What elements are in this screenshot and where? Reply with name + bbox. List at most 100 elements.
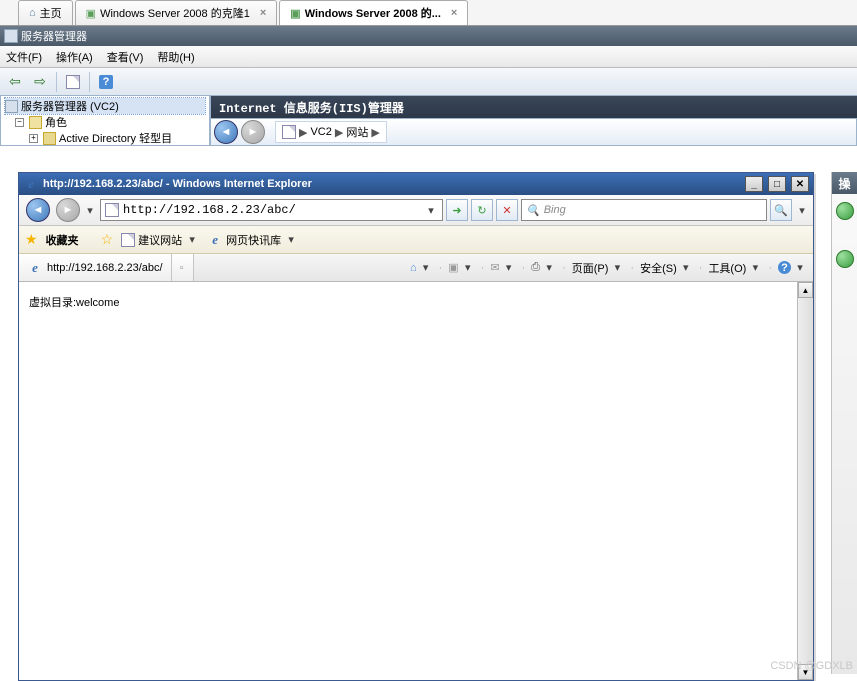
close-button[interactable]: ✕: [791, 176, 809, 192]
mail-button[interactable]: ✉▾: [490, 261, 515, 274]
tab-title: http://192.168.2.23/abc/: [47, 262, 163, 274]
server-icon: ▣: [86, 7, 96, 20]
forward-button[interactable]: ⇨: [29, 71, 51, 93]
tree-root[interactable]: 服务器管理器 (VC2): [5, 98, 205, 114]
breadcrumb-item[interactable]: VC2: [310, 126, 331, 138]
breadcrumb-item[interactable]: 网站: [346, 124, 368, 140]
collapse-icon[interactable]: −: [15, 118, 24, 127]
close-icon: ✕: [502, 204, 511, 217]
page-icon: [105, 203, 119, 217]
feeds-button[interactable]: ▣▾: [448, 261, 474, 274]
tree-roles[interactable]: − 角色: [5, 114, 205, 130]
stop-button[interactable]: ✕: [496, 199, 518, 221]
vertical-scrollbar[interactable]: ▲ ▼: [797, 282, 813, 680]
vm-tab-home[interactable]: ⌂ 主页: [18, 0, 73, 25]
ie-icon: [207, 232, 223, 248]
vm-tab-bar: ⌂ 主页 ▣ Windows Server 2008 的克隆1 × ▣ Wind…: [0, 0, 857, 26]
close-icon[interactable]: ×: [451, 7, 457, 19]
vm-tab-label: Windows Server 2008 的克隆1: [100, 5, 250, 21]
arrow-left-icon: ⇦: [9, 73, 21, 90]
home-button[interactable]: ⌂▾: [410, 261, 433, 274]
chevron-right-icon: ▶: [299, 126, 307, 139]
maximize-button[interactable]: □: [768, 176, 786, 192]
tree-label: 角色: [45, 114, 67, 130]
fav-web-slice[interactable]: 网页快讯库 ▾: [207, 232, 298, 248]
address-bar[interactable]: ▾: [100, 199, 443, 221]
vm-tab-active[interactable]: ▣ Windows Server 2008 的... ×: [279, 0, 468, 25]
properties-button[interactable]: [62, 71, 84, 93]
iis-title: Internet 信息服务(IIS)管理器: [211, 96, 857, 118]
arrow-left-icon: ◄: [221, 126, 232, 138]
chevron-right-icon: ▶: [371, 126, 379, 139]
menu-file[interactable]: 文件(F): [6, 49, 42, 65]
globe-icon[interactable]: [836, 250, 854, 268]
help-icon: ?: [778, 261, 791, 274]
forward-button[interactable]: ►: [241, 120, 265, 144]
expand-icon[interactable]: +: [29, 134, 38, 143]
breadcrumb[interactable]: ▶ VC2 ▶ 网站 ▶: [275, 121, 387, 143]
chevron-down-icon[interactable]: ▾: [419, 261, 433, 274]
star-outline-icon: ☆: [101, 231, 114, 248]
fav-label: 建议网站: [138, 232, 182, 248]
vm-tab-label: 主页: [40, 5, 62, 21]
star-icon[interactable]: ★: [25, 231, 38, 248]
vm-tab-clone1[interactable]: ▣ Windows Server 2008 的克隆1 ×: [75, 0, 278, 25]
ie-titlebar[interactable]: http://192.168.2.23/abc/ - Windows Inter…: [19, 173, 813, 195]
home-icon: ⌂: [410, 262, 417, 274]
server-icon: ▣: [290, 7, 300, 20]
search-button[interactable]: 🔍: [770, 199, 792, 221]
tools-menu[interactable]: 工具(O)▾: [708, 260, 762, 276]
actions-pane: 操: [831, 172, 857, 674]
back-button[interactable]: ◄: [26, 198, 50, 222]
search-dropdown[interactable]: ▾: [795, 204, 809, 217]
refresh-button[interactable]: ↻: [471, 199, 493, 221]
minimize-button[interactable]: _: [745, 176, 763, 192]
globe-icon[interactable]: [836, 202, 854, 220]
url-input[interactable]: [123, 203, 420, 217]
arrow-right-icon: ►: [248, 126, 259, 138]
go-button[interactable]: ➜: [446, 199, 468, 221]
refresh-icon: ↻: [477, 204, 486, 217]
arrow-left-icon: ◄: [33, 204, 44, 216]
arrow-right-icon: ⇨: [34, 73, 46, 90]
tree-label: 服务器管理器 (VC2): [21, 98, 119, 114]
server-manager-titlebar: 服务器管理器: [0, 26, 857, 46]
help-menu[interactable]: ?▾: [778, 261, 807, 274]
tree-label: Active Directory 轻型目: [59, 130, 172, 146]
ie-icon: [23, 176, 39, 192]
fav-suggest-sites[interactable]: 建议网站 ▾: [121, 232, 199, 248]
close-icon[interactable]: ×: [260, 7, 266, 19]
ie-window: http://192.168.2.23/abc/ - Windows Inter…: [18, 172, 814, 681]
back-button[interactable]: ◄: [214, 120, 238, 144]
iis-pane: Internet 信息服务(IIS)管理器 ◄ ► ▶ VC2 ▶ 网站 ▶: [210, 96, 857, 146]
search-box[interactable]: 🔍 Bing: [521, 199, 767, 221]
forward-button[interactable]: ►: [56, 198, 80, 222]
page-icon: [66, 75, 80, 89]
help-button[interactable]: ?: [95, 71, 117, 93]
chevron-down-icon[interactable]: ▾: [284, 233, 298, 246]
page-menu[interactable]: 页面(P)▾: [572, 260, 625, 276]
safety-menu[interactable]: 安全(S)▾: [640, 260, 693, 276]
mail-icon: ✉: [490, 261, 499, 274]
window-title: http://192.168.2.23/abc/ - Windows Inter…: [43, 178, 312, 190]
history-dropdown[interactable]: ▾: [83, 204, 97, 217]
iis-nav: ◄ ► ▶ VC2 ▶ 网站 ▶: [211, 118, 857, 146]
menu-action[interactable]: 操作(A): [56, 49, 93, 65]
folder-icon: [43, 132, 56, 145]
scroll-up-button[interactable]: ▲: [798, 282, 813, 298]
new-tab-button[interactable]: ▫: [172, 254, 194, 281]
separator: [56, 72, 57, 92]
favorites-label[interactable]: 收藏夹: [46, 232, 79, 248]
chevron-down-icon[interactable]: ▾: [185, 233, 199, 246]
ie-icon: [27, 260, 43, 276]
actions-header: 操: [832, 172, 857, 194]
tree-ad[interactable]: + Active Directory 轻型目: [5, 130, 205, 146]
menu-view[interactable]: 查看(V): [107, 49, 144, 65]
back-button[interactable]: ⇦: [4, 71, 26, 93]
chevron-down-icon[interactable]: ▾: [424, 204, 438, 217]
tab-row: http://192.168.2.23/abc/ ▫ ⌂▾ · ▣▾ · ✉▾ …: [19, 254, 813, 282]
print-button[interactable]: ⎙▾: [531, 261, 556, 274]
browser-tab[interactable]: http://192.168.2.23/abc/: [19, 254, 172, 281]
search-placeholder: Bing: [544, 204, 566, 216]
menu-help[interactable]: 帮助(H): [157, 49, 194, 65]
